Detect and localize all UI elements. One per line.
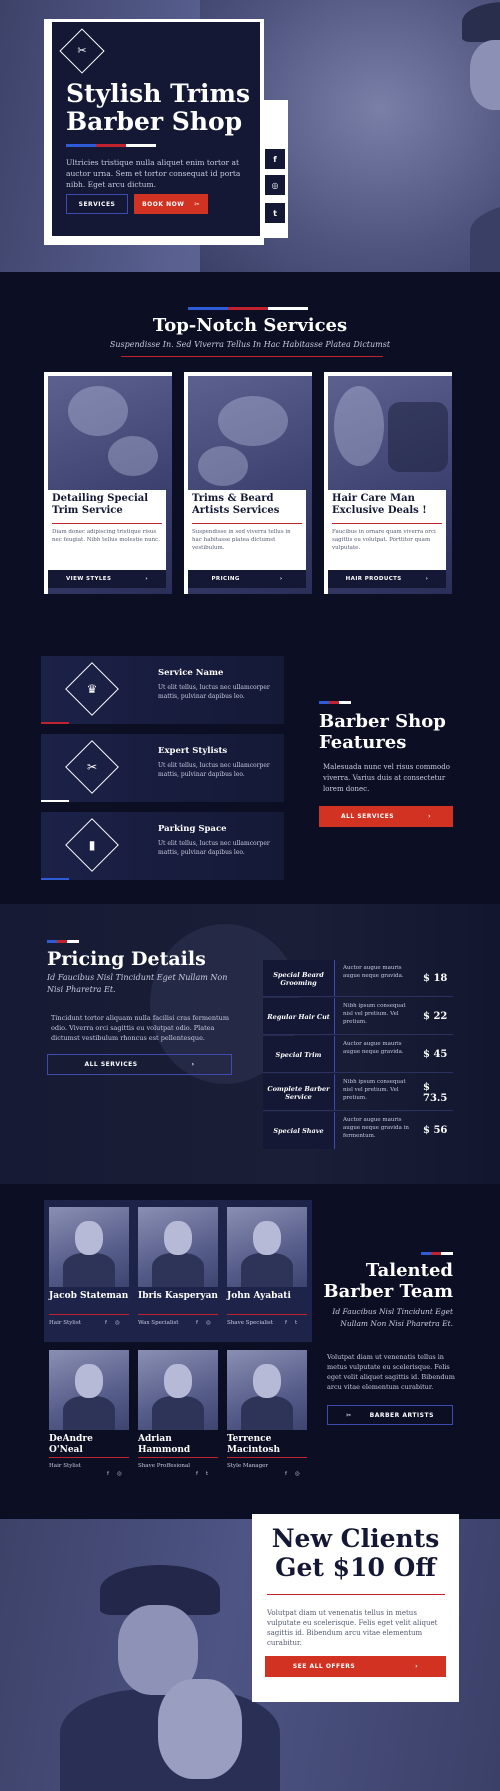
- services-title: Top-Notch Services: [152, 315, 348, 336]
- pricing-text: Tincidunt tortor aliquam nulla facilisi …: [51, 1014, 230, 1042]
- feature-card: ♛ Service Name Ut elit tellus, luctus ne…: [41, 656, 284, 724]
- feature-title: Expert Stylists: [158, 746, 228, 756]
- team-subtitle: Id Faucibus Nisl Tincidunt Eget Nullam N…: [332, 1307, 453, 1328]
- price-row: Special Shave Auctor augue mauris augue n…: [263, 1112, 453, 1149]
- avatar: [138, 1350, 218, 1430]
- offer-divider: [267, 1594, 445, 1595]
- service-card: Hair Care Man Exclusive Deals ! Faucibus…: [324, 372, 452, 594]
- chair-icon: ♛: [65, 662, 119, 716]
- feature-text: Ut elit tellus, luctus nec ullamcorper m…: [158, 762, 270, 778]
- instagram-icon[interactable]: ◎: [115, 1320, 120, 1326]
- instagram-icon[interactable]: ◎: [206, 1320, 211, 1326]
- features-text: Malesuada nunc vel risus commodo viverra…: [323, 763, 450, 793]
- facebook-icon[interactable]: f: [196, 1320, 198, 1326]
- price-row: Complete Barber Service Nibh ipsum conseq…: [263, 1074, 453, 1111]
- hero-title: Stylish Trims Barber Shop: [66, 79, 251, 136]
- service-card: Detailing Special Trim Service Diam done…: [44, 372, 172, 594]
- pricing-subtitle: Id Faucibus Nisl Tincidunt Eget Nullam N…: [47, 973, 228, 994]
- all-services-button[interactable]: ALL SERVICES ›: [47, 1054, 232, 1075]
- feature-text: Ut elit tellus, luctus nec ullamcorper m…: [158, 840, 270, 856]
- barber-artists-button[interactable]: ✂ BARBER ARTISTS: [327, 1405, 453, 1425]
- view-styles-button[interactable]: VIEW STYLES ›: [48, 570, 166, 588]
- all-services-button[interactable]: ALL SERVICES ›: [319, 806, 453, 827]
- team-text: Volutpat diam ut venenatis tellus in met…: [327, 1353, 455, 1391]
- instagram-icon[interactable]: ◎: [264, 174, 286, 196]
- chevron-right-icon: ›: [425, 576, 429, 582]
- features-heading: Barber Shop Features: [319, 711, 446, 753]
- facebook-icon[interactable]: f: [105, 1320, 107, 1326]
- service-card: Trims & Beard Artists Services Suspendis…: [184, 372, 312, 594]
- offer-text: Volutpat diam ut venenatis tellus in met…: [267, 1609, 438, 1647]
- service-text: Suspendisse in sed viverra tellus in hac…: [192, 529, 291, 551]
- avatar: [227, 1207, 307, 1287]
- instagram-icon[interactable]: ◎: [295, 1471, 300, 1477]
- service-title: Trims & Beard Artists Services: [192, 493, 280, 516]
- service-title: Detailing Special Trim Service: [52, 493, 149, 516]
- team-heading: Talented Barber Team: [323, 1260, 453, 1302]
- facebook-icon[interactable]: f: [285, 1320, 287, 1326]
- service-text: Diam donec adipiscing tristique risus ne…: [52, 529, 160, 543]
- barber-face: [470, 40, 500, 110]
- facebook-icon[interactable]: f: [196, 1471, 198, 1477]
- avatar: [138, 1207, 218, 1287]
- twitter-icon[interactable]: t: [206, 1471, 208, 1477]
- barber-pole-icon: ▮: [65, 818, 119, 872]
- team-stripe: [421, 1252, 453, 1255]
- twitter-icon[interactable]: t: [295, 1320, 297, 1326]
- chevron-right-icon: ›: [191, 1061, 195, 1068]
- services-button[interactable]: SERVICES: [66, 194, 128, 214]
- facebook-icon[interactable]: f: [285, 1471, 287, 1477]
- services-subtitle: Suspendisse In. Sed Viverra Tellus In Ha…: [109, 340, 391, 349]
- price-row: Special Beard Grooming Auctor augue mauri…: [263, 960, 453, 997]
- price-row: Regular Hair Cut Nibh ipsum consequat nis…: [263, 998, 453, 1035]
- twitter-icon[interactable]: t: [264, 202, 286, 224]
- price-table: Special Beard Grooming Auctor augue mauri…: [263, 960, 453, 1149]
- chevron-right-icon: ›: [279, 576, 283, 582]
- feature-card: ✂ Expert Stylists Ut elit tellus, luctus…: [41, 734, 284, 802]
- pricing-title: Pricing Details: [47, 948, 206, 970]
- client-face: [158, 1679, 242, 1779]
- hat-shape: [462, 2, 500, 42]
- offer-title: New Clients Get $10 Off: [271, 1524, 440, 1582]
- features-stripe: [319, 701, 351, 704]
- avatar: [49, 1207, 129, 1287]
- scissors-icon: ✂: [194, 200, 200, 208]
- chevron-right-icon: ›: [428, 813, 432, 820]
- barber-body: [470, 200, 500, 272]
- service-text: Faucibus in ornare quam viverra orci sag…: [332, 529, 436, 551]
- scissors-icon: ✂: [65, 740, 119, 794]
- facebook-icon[interactable]: f: [264, 148, 286, 170]
- feature-title: Service Name: [158, 668, 224, 678]
- services-stripe: [188, 307, 308, 310]
- see-all-offers-button[interactable]: SEE ALL OFFERS ›: [265, 1656, 446, 1677]
- price-row: Special Trim Auctor augue mauris augue ne…: [263, 1036, 453, 1073]
- chevron-right-icon: ›: [415, 1663, 419, 1670]
- hair-products-button[interactable]: HAIR PRODUCTS ›: [328, 570, 446, 588]
- avatar: [49, 1350, 129, 1430]
- avatar: [227, 1350, 307, 1430]
- pricing-button[interactable]: PRICING ›: [188, 570, 306, 588]
- feature-card: ▮ Parking Space Ut elit tellus, luctus n…: [41, 812, 284, 880]
- services-divider: [121, 356, 383, 357]
- chevron-right-icon: ›: [145, 576, 149, 582]
- instagram-icon[interactable]: ◎: [117, 1471, 122, 1477]
- hero-text: Ultricies tristique nulla aliquet enim t…: [66, 158, 241, 189]
- scissors-icon: ✂: [346, 1411, 352, 1419]
- feature-text: Ut elit tellus, luctus nec ullamcorper m…: [158, 684, 270, 700]
- feature-title: Parking Space: [158, 824, 227, 834]
- book-now-button[interactable]: BOOK NOW ✂: [134, 194, 208, 214]
- hero-stripe: [66, 144, 156, 147]
- facebook-icon[interactable]: f: [107, 1471, 109, 1477]
- pricing-stripe: [47, 940, 79, 943]
- service-title: Hair Care Man Exclusive Deals !: [332, 493, 427, 516]
